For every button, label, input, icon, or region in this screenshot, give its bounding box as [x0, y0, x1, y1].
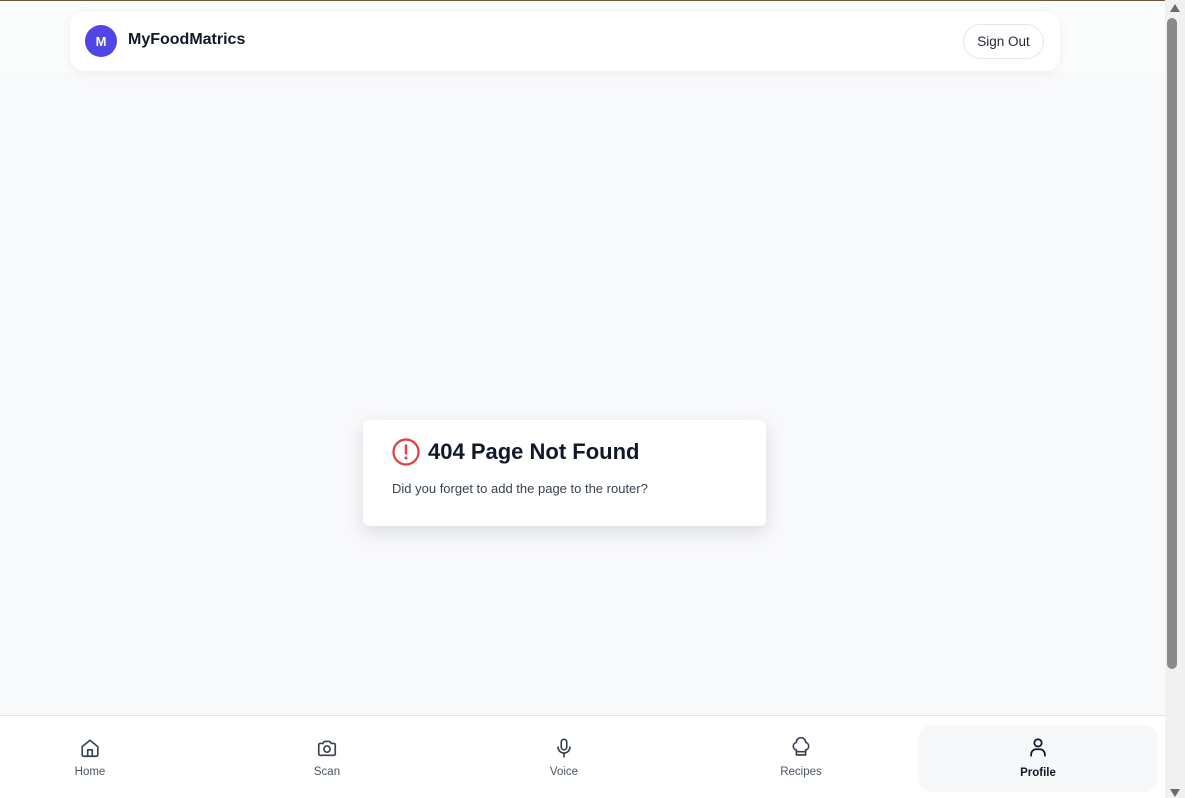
error-message: Did you forget to add the page to the ro… [392, 481, 648, 496]
alert-circle-icon [392, 438, 420, 466]
scrollbar-thumb[interactable] [1167, 18, 1177, 669]
nav-label-voice: Voice [549, 766, 579, 778]
microphone-icon [557, 738, 571, 758]
app-brand-name[interactable]: MyFoodMatrics [128, 31, 245, 49]
nav-label-scan: Scan [313, 766, 341, 778]
user-icon [1030, 738, 1046, 757]
nav-item-home[interactable]: Home [0, 716, 208, 798]
nav-label-recipes: Recipes [780, 766, 822, 778]
chef-hat-icon [792, 737, 810, 756]
nav-item-recipes[interactable]: Recipes [683, 716, 919, 798]
home-icon [81, 739, 99, 758]
app-logo[interactable]: M [85, 25, 117, 57]
app-header: M MyFoodMatrics Sign Out [70, 12, 1060, 71]
not-found-card: 404 Page Not Found Did you forget to add… [363, 420, 766, 526]
logo-letter: M [95, 33, 107, 49]
nav-label-profile: Profile [1020, 767, 1056, 779]
nav-item-scan[interactable]: Scan [209, 716, 445, 798]
camera-icon [317, 740, 337, 757]
scroll-down-arrow-icon[interactable] [1170, 789, 1180, 797]
nav-item-voice[interactable]: Voice [446, 716, 682, 798]
scroll-up-arrow-icon[interactable] [1170, 4, 1180, 12]
bottom-navigation: Home Scan Voice Recipes Profile [0, 715, 1165, 798]
sign-out-button[interactable]: Sign Out [963, 24, 1044, 59]
nav-label-home: Home [74, 766, 106, 778]
vertical-scrollbar[interactable] [1165, 0, 1185, 798]
nav-item-profile[interactable]: Profile [918, 725, 1158, 792]
error-title: 404 Page Not Found [428, 439, 640, 464]
